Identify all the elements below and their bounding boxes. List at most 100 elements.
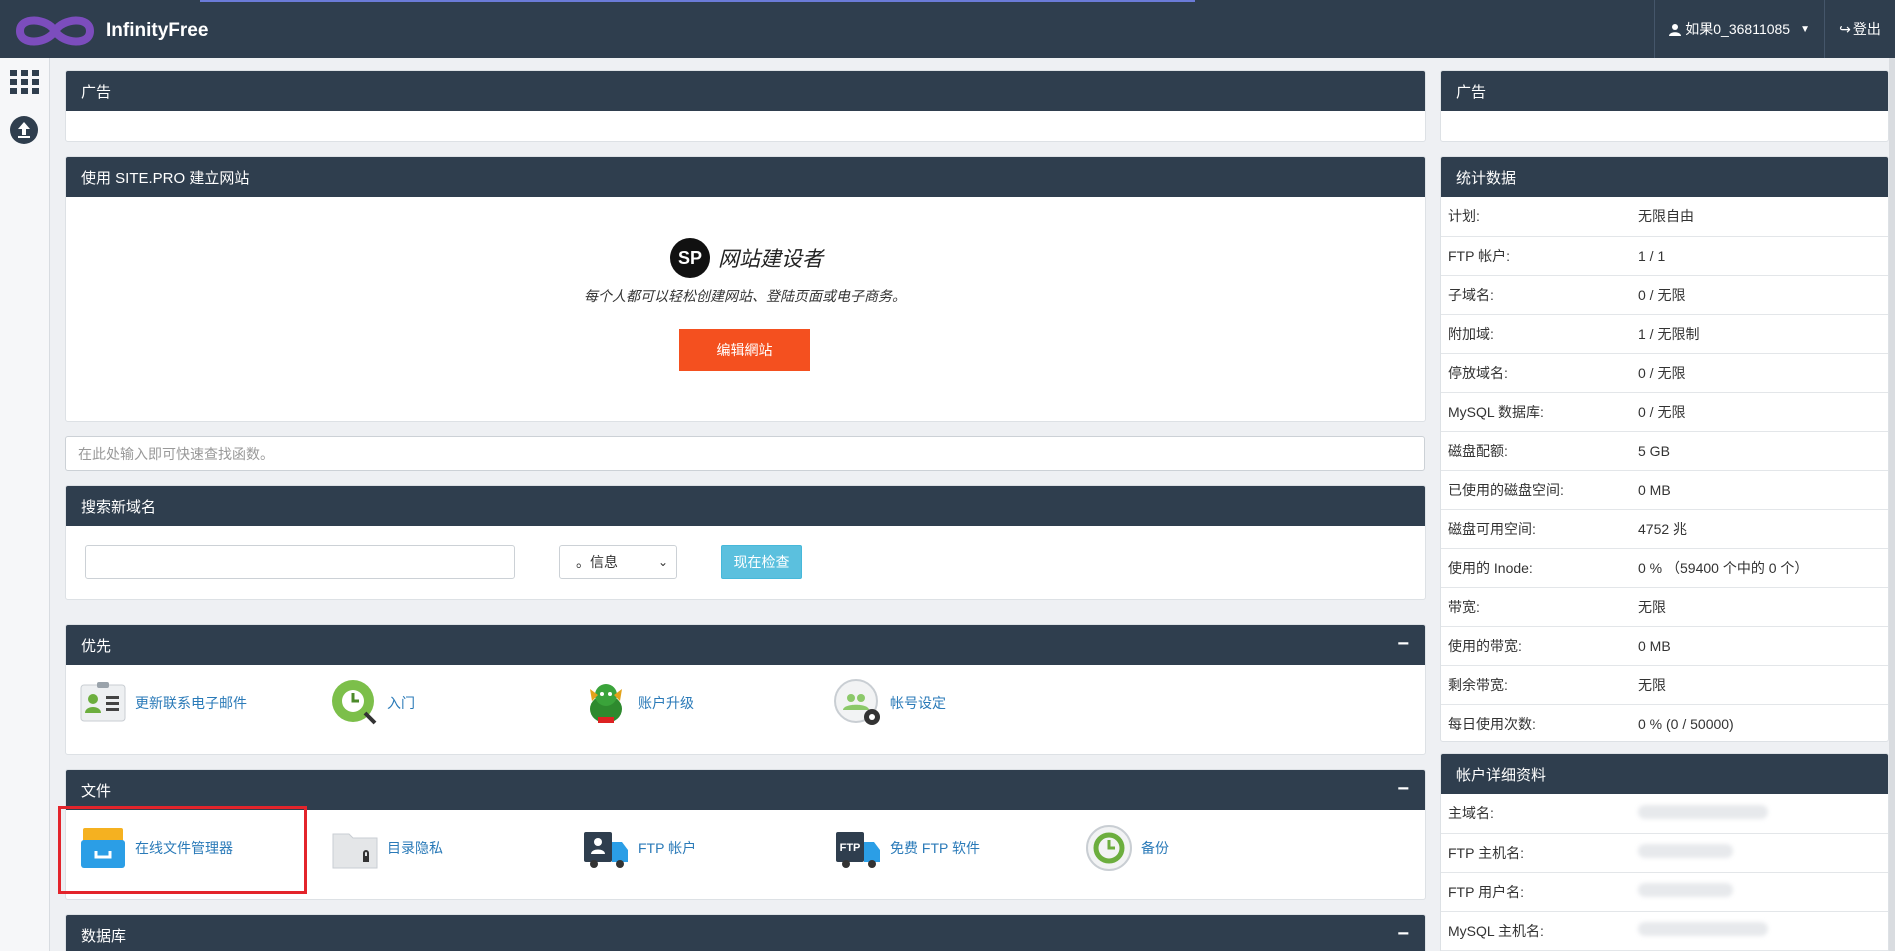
- stat-value: 1 / 无限制: [1638, 314, 1888, 354]
- blurred-text: [1638, 804, 1768, 819]
- collapse-icon[interactable]: −: [1397, 778, 1409, 801]
- shortcut-label: 目录隐私: [387, 840, 443, 856]
- sitepro-title: 使用 SITE.PRO 建立网站: [81, 169, 250, 187]
- user-icon: [1669, 23, 1682, 36]
- infinity-logo-icon: [15, 16, 95, 46]
- ads-panel-left: 广告: [65, 70, 1426, 142]
- logout-button[interactable]: ↪ 登出: [1825, 0, 1895, 58]
- highlight-box: [58, 806, 307, 894]
- blurred-text: [1638, 844, 1733, 858]
- quick-function-search-input[interactable]: [65, 436, 1425, 471]
- stat-value: 0 MB: [1638, 626, 1888, 666]
- table-row: 带宽: 无限: [1441, 587, 1888, 627]
- table-row: 附加域: 1 / 无限制: [1441, 314, 1888, 354]
- stat-value: 0 / 无限: [1638, 275, 1888, 315]
- upload-icon[interactable]: [10, 116, 38, 144]
- stat-value: 0 / 无限: [1638, 353, 1888, 393]
- priority-title: 优先: [81, 637, 112, 655]
- table-row: 磁盘配额: 5 GB: [1441, 431, 1888, 471]
- account-details-table: 主域名: FTP 主机名: FTP 用户名: MySQL 主机名:: [1441, 794, 1888, 951]
- blurred-text: [1638, 922, 1768, 936]
- table-row: 停放域名: 0 / 无限: [1441, 353, 1888, 393]
- stat-value: 5 GB: [1638, 431, 1888, 471]
- shortcut-update-contact-email[interactable]: 更新联系电子邮件: [79, 679, 247, 727]
- statistics-table: 计划: 无限自由 FTP 帐户: 1 / 1 子域名: 0 / 无限 附加域: 1 / 无限制…: [1441, 197, 1888, 741]
- backup-icon: [1086, 825, 1132, 871]
- sitepro-logo: SP 网站建设者: [670, 238, 823, 278]
- shortcut-account-settings[interactable]: 帐号设定: [834, 679, 946, 727]
- account-details-title: 帐户详细资料: [1456, 766, 1547, 784]
- shortcut-account-upgrade[interactable]: 账户升级: [582, 679, 694, 727]
- shortcut-ftp-accounts[interactable]: FTP 帐户: [582, 824, 696, 872]
- stat-label: 子域名:: [1441, 275, 1638, 315]
- top-navbar: InfinityFree 如果0_36811085 ▼ ↪ 登出: [0, 0, 1895, 58]
- ftp-account-icon: [584, 832, 628, 868]
- chevron-down-icon: ▼: [1800, 23, 1810, 35]
- stat-label: 计划:: [1441, 197, 1638, 237]
- page-scrollbar[interactable]: [1889, 58, 1895, 951]
- account-details-panel: 帐户详细资料 主域名: FTP 主机名: FTP 用户名: MySQL 主机名:: [1440, 753, 1889, 951]
- table-row: 子域名: 0 / 无限: [1441, 275, 1888, 315]
- collapse-icon[interactable]: −: [1397, 923, 1409, 946]
- dragon-upgrade-icon: [590, 684, 622, 723]
- stat-value: 0 % (0 / 50000): [1638, 704, 1888, 741]
- stat-value: 无限: [1638, 665, 1888, 705]
- table-row: MySQL 主机名:: [1441, 911, 1888, 951]
- table-row: 每日使用次数: 0 % (0 / 50000): [1441, 704, 1888, 741]
- stat-label: 磁盘可用空间:: [1441, 509, 1638, 549]
- table-row: 计划: 无限自由: [1441, 197, 1888, 237]
- stat-label: 使用的带宽:: [1441, 626, 1638, 666]
- statistics-header: 统计数据: [1441, 157, 1888, 197]
- domain-search-header: 搜索新域名: [66, 486, 1425, 526]
- stat-value: 0 / 无限: [1638, 392, 1888, 432]
- table-row: MySQL 数据库: 0 / 无限: [1441, 392, 1888, 432]
- ads-panel-header: 广告: [66, 71, 1425, 111]
- table-row: FTP 帐户: 1 / 1: [1441, 236, 1888, 276]
- shortcut-getting-started[interactable]: 入门: [331, 679, 415, 727]
- stat-label: 已使用的磁盘空间:: [1441, 470, 1638, 510]
- redacted-value: [1638, 833, 1888, 873]
- left-sidebar: [0, 58, 50, 951]
- brand-logo[interactable]: InfinityFree: [14, 10, 208, 52]
- tld-select[interactable]: 。信息 ⌄: [559, 545, 677, 579]
- shortcut-label: 备份: [1141, 840, 1169, 856]
- stat-value: 0 MB: [1638, 470, 1888, 510]
- account-settings-icon: [834, 679, 880, 725]
- databases-panel: 数据库 −: [65, 914, 1426, 951]
- table-row: 剩余带宽: 无限: [1441, 665, 1888, 705]
- shortcut-directory-privacy[interactable]: 目录隐私: [331, 824, 443, 872]
- priority-header: 优先 −: [66, 625, 1425, 665]
- shortcut-backup[interactable]: 备份: [1085, 824, 1169, 872]
- svg-text:FTP: FTP: [840, 842, 861, 854]
- ads-panel-right: 广告: [1440, 70, 1889, 142]
- redacted-value: [1638, 872, 1888, 912]
- ftp-software-icon: FTP: [836, 832, 880, 868]
- databases-title: 数据库: [81, 927, 127, 945]
- user-menu[interactable]: 如果0_36811085 ▼: [1654, 0, 1825, 58]
- logout-label: 登出: [1852, 21, 1881, 37]
- contact-card-icon: [80, 682, 126, 722]
- ads-title: 广告: [1456, 83, 1487, 101]
- domain-name-input[interactable]: [85, 545, 515, 579]
- collapse-icon[interactable]: −: [1397, 633, 1409, 656]
- chevron-down-icon: ⌄: [657, 555, 668, 569]
- files-title: 文件: [81, 782, 112, 800]
- table-row: FTP 用户名:: [1441, 872, 1888, 912]
- table-row: 使用的带宽: 0 MB: [1441, 626, 1888, 666]
- table-row: 已使用的磁盘空间: 0 MB: [1441, 470, 1888, 510]
- apps-grid-icon[interactable]: [10, 70, 39, 94]
- sitepro-tagline: 每个人都可以轻松创建网站、登陆页面或电子商务。: [584, 288, 906, 304]
- shortcut-label: 更新联系电子邮件: [135, 695, 247, 711]
- stat-label: MySQL 数据库:: [1441, 392, 1638, 432]
- tld-select-value: 。信息: [576, 554, 618, 570]
- shortcut-free-ftp-software[interactable]: FTP 免费 FTP 软件: [834, 824, 980, 872]
- priority-panel: 优先 −: [65, 624, 1426, 755]
- check-now-button[interactable]: 现在检查: [721, 545, 802, 579]
- edit-website-button[interactable]: 编辑網站: [679, 329, 810, 371]
- stat-label: 附加域:: [1441, 314, 1638, 354]
- detail-label: MySQL 主机名:: [1441, 911, 1638, 951]
- stat-label: 磁盘配额:: [1441, 431, 1638, 471]
- shortcut-label: 帐号设定: [890, 695, 946, 711]
- brand-name: InfinityFree: [106, 20, 209, 41]
- databases-header: 数据库 −: [66, 915, 1425, 951]
